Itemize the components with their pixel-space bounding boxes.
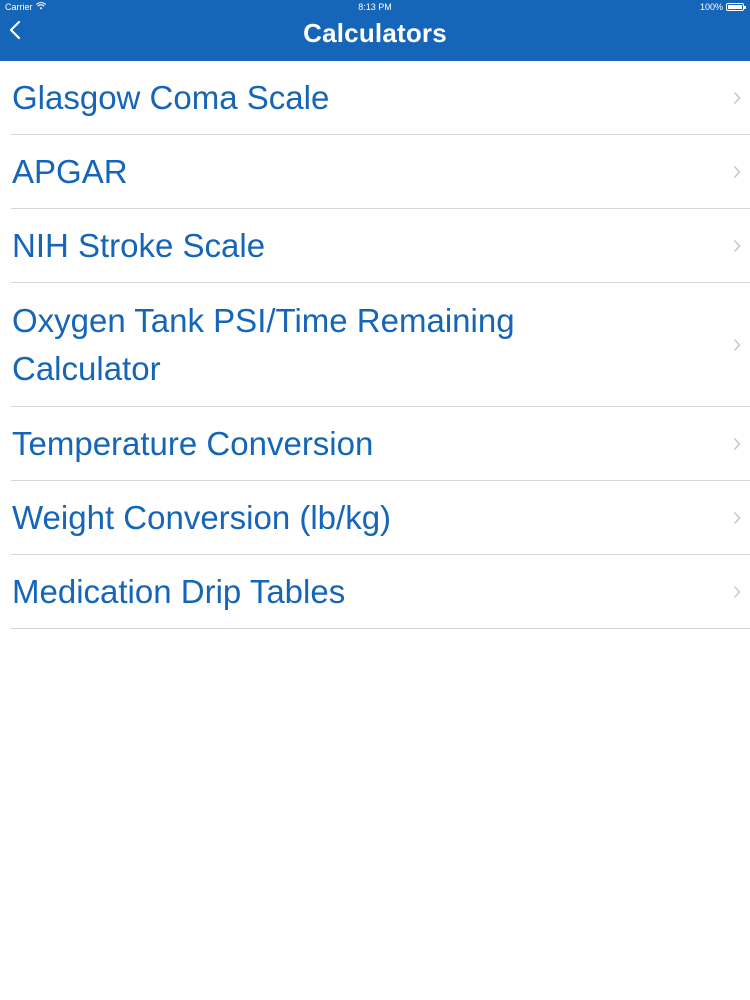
status-battery: 100%: [699, 2, 746, 12]
chevron-right-icon: [732, 584, 742, 600]
battery-icon: [726, 3, 746, 11]
list-item-apgar[interactable]: APGAR: [11, 135, 750, 209]
chevron-right-icon: [732, 510, 742, 526]
list-item-oxygen-tank-calculator[interactable]: Oxygen Tank PSI/Time Remaining Calculato…: [11, 283, 750, 407]
nav-bar: Calculators: [0, 14, 750, 61]
page-title: Calculators: [303, 18, 447, 48]
list-item-glasgow-coma-scale[interactable]: Glasgow Coma Scale: [11, 61, 750, 135]
list-item-label: Medication Drip Tables: [12, 572, 346, 610]
chevron-right-icon: [732, 337, 742, 353]
list-item-label: APGAR: [12, 152, 128, 190]
list-item-label: Glasgow Coma Scale: [12, 78, 330, 116]
list-item-label: Weight Conversion (lb/kg): [12, 498, 392, 536]
calculator-list: Glasgow Coma Scale APGAR NIH Stroke Scal…: [0, 61, 750, 629]
chevron-right-icon: [732, 436, 742, 452]
list-item-label: Temperature Conversion: [12, 424, 374, 462]
list-item-label: Oxygen Tank PSI/Time Remaining Calculato…: [12, 301, 515, 387]
list-item-weight-conversion[interactable]: Weight Conversion (lb/kg): [11, 481, 750, 555]
list-item-medication-drip-tables[interactable]: Medication Drip Tables: [11, 555, 750, 629]
chevron-right-icon: [732, 90, 742, 106]
chevron-right-icon: [732, 238, 742, 254]
battery-percent: 100%: [699, 2, 723, 12]
list-item-nih-stroke-scale[interactable]: NIH Stroke Scale: [11, 209, 750, 283]
status-time: 8:13 PM: [358, 2, 392, 12]
header: Carrier 8:13 PM 100% Calculators: [0, 0, 750, 61]
chevron-right-icon: [732, 164, 742, 180]
list-item-temperature-conversion[interactable]: Temperature Conversion: [11, 407, 750, 481]
status-bar: Carrier 8:13 PM 100%: [0, 0, 750, 14]
list-item-label: NIH Stroke Scale: [12, 226, 266, 264]
